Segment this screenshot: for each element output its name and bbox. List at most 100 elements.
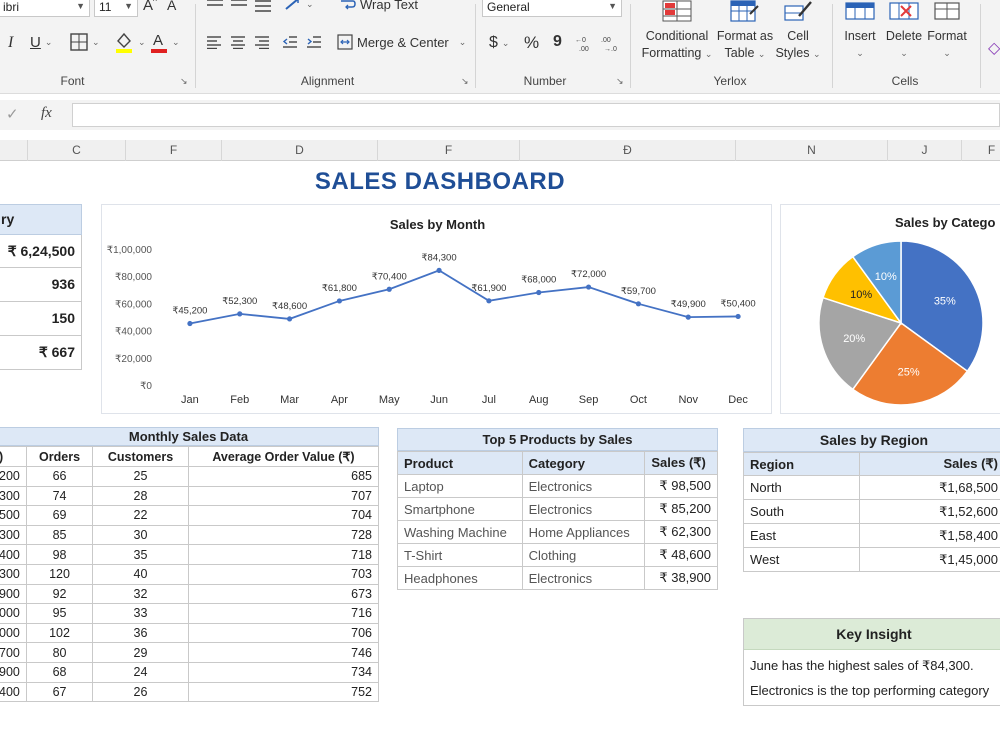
column-header-cell[interactable]: Sales (₹) (644, 451, 718, 475)
decrease-indent-button[interactable] (282, 35, 298, 49)
column-header-cell[interactable]: Category (521, 451, 646, 475)
table-cell[interactable]: 92 (25, 583, 94, 605)
sales-by-month-chart[interactable]: Sales by Month ₹0 ₹20,000 ₹40,000 ₹60,000 ₹8… (101, 204, 772, 414)
table-cell[interactable]: 300 (0, 485, 27, 507)
orientation-button[interactable]: ⌄ (284, 0, 314, 11)
number-dialog-launcher-icon[interactable]: ↘ (616, 76, 624, 87)
column-header-fragment[interactable] (0, 140, 28, 161)
column-header[interactable]: D (222, 140, 378, 161)
table-cell[interactable]: 102 (25, 622, 94, 644)
table-cell[interactable]: ₹1,68,500 (858, 475, 1000, 500)
align-top-button[interactable] (206, 0, 224, 10)
column-header-cell[interactable]: Orders (25, 446, 94, 467)
column-header[interactable]: F (126, 140, 222, 161)
summary-value[interactable]: ₹ 6,24,500 (0, 235, 82, 268)
column-header-cell[interactable]: Average Order Value (₹) (187, 446, 380, 467)
table-cell[interactable]: T-Shirt (397, 543, 523, 567)
table-cell[interactable]: West (743, 547, 860, 572)
table-cell[interactable]: 900 (0, 583, 27, 605)
table-cell[interactable]: 400 (0, 681, 27, 703)
merge-center-button[interactable]: Merge & Center ⌄ (337, 34, 466, 50)
table-cell[interactable]: 69 (25, 505, 94, 526)
table-cell[interactable]: 000 (0, 603, 27, 624)
font-size-dropdown[interactable]: 11 ▼ (94, 0, 138, 17)
table-cell[interactable]: ₹ 62,300 (644, 520, 718, 544)
column-header-cell[interactable]: Customers (92, 446, 189, 467)
table-cell[interactable]: 200 (0, 466, 27, 487)
column-header[interactable]: Đ (520, 140, 736, 161)
table-cell[interactable]: 80 (25, 642, 94, 663)
table-cell[interactable]: 706 (187, 622, 380, 644)
table-cell[interactable]: 98 (25, 544, 94, 565)
table-cell[interactable]: 685 (187, 466, 380, 487)
wrap-text-button[interactable]: Wrap Text (340, 0, 418, 12)
table-cell[interactable]: 26 (92, 681, 189, 703)
align-middle-button[interactable] (230, 0, 248, 10)
column-header[interactable]: N (736, 140, 888, 161)
table-cell[interactable]: 746 (187, 642, 380, 663)
column-header-cell[interactable]: Sales (₹) (858, 452, 1000, 476)
table-cell[interactable]: Clothing (521, 543, 646, 567)
sales-by-category-chart[interactable]: Sales by Catego 35% 25% 20% 10% 10% (780, 204, 1000, 414)
table-cell[interactable]: 29 (92, 642, 189, 663)
column-header[interactable]: J (888, 140, 962, 161)
table-cell[interactable]: 33 (92, 603, 189, 624)
insert-function-icon[interactable]: fx (41, 105, 52, 122)
decrease-font-button[interactable]: Aˇ (167, 0, 179, 13)
table-cell[interactable]: 35 (92, 544, 189, 565)
delete-button[interactable]: Delete ⌄ (882, 0, 926, 62)
table-cell[interactable]: ₹1,58,400 (858, 523, 1000, 548)
table-cell[interactable]: 673 (187, 583, 380, 605)
increase-font-button[interactable]: A^ (143, 0, 157, 14)
alignment-dialog-launcher-icon[interactable]: ↘ (461, 76, 469, 87)
table-cell[interactable]: 734 (187, 661, 380, 683)
table-cell[interactable]: 707 (187, 485, 380, 507)
table-cell[interactable]: Laptop (397, 474, 523, 498)
table-cell[interactable]: 22 (92, 505, 189, 526)
table-cell[interactable]: South (743, 499, 860, 524)
align-bottom-button[interactable] (254, 0, 272, 12)
table-cell[interactable]: ₹ 85,200 (644, 497, 718, 521)
align-right-button[interactable] (254, 35, 270, 49)
borders-button[interactable]: ⌄ (70, 33, 100, 51)
font-dialog-launcher-icon[interactable]: ↘ (180, 76, 188, 87)
column-header-cell[interactable]: Product (397, 451, 523, 475)
table-cell[interactable]: 704 (187, 505, 380, 526)
table-cell[interactable]: ₹ 48,600 (644, 543, 718, 567)
table-cell[interactable]: 000 (0, 622, 27, 644)
table-cell[interactable]: 703 (187, 563, 380, 585)
table-cell[interactable]: 40 (92, 563, 189, 585)
column-header[interactable]: C (28, 140, 126, 161)
italic-button[interactable]: I (8, 34, 13, 52)
table-cell[interactable]: 700 (0, 642, 27, 663)
align-left-button[interactable] (206, 35, 222, 49)
table-cell[interactable]: Electronics (521, 497, 646, 521)
decrease-decimal-button[interactable]: .00 →.0 (601, 34, 621, 52)
table-cell[interactable]: 36 (92, 622, 189, 644)
table-cell[interactable]: ₹ 38,900 (644, 566, 718, 590)
table-cell[interactable]: 900 (0, 661, 27, 683)
table-cell[interactable]: Washing Machine (397, 520, 523, 544)
table-cell[interactable]: 728 (187, 524, 380, 546)
summary-value[interactable]: ₹ 667 (0, 336, 82, 370)
table-cell[interactable]: 28 (92, 485, 189, 507)
summary-value[interactable]: 150 (0, 302, 82, 336)
underline-button[interactable]: U ⌄ (30, 34, 52, 51)
table-cell[interactable]: 718 (187, 544, 380, 565)
currency-format-button[interactable]: $ ⌄ (489, 34, 509, 52)
table-cell[interactable]: 32 (92, 583, 189, 605)
column-header[interactable]: F (378, 140, 520, 161)
table-cell[interactable]: Electronics (521, 474, 646, 498)
table-cell[interactable]: North (743, 475, 860, 500)
editing-partial-icon[interactable]: ◇ (988, 38, 1000, 58)
table-cell[interactable]: ₹1,45,000 (858, 547, 1000, 572)
table-cell[interactable]: 752 (187, 681, 380, 703)
table-cell[interactable]: 74 (25, 485, 94, 507)
table-cell[interactable]: 500 (0, 505, 27, 526)
formula-input[interactable] (72, 103, 1000, 127)
font-color-button[interactable]: A ⌄ (150, 31, 180, 53)
table-cell[interactable]: 25 (92, 466, 189, 487)
table-cell[interactable]: ₹1,52,600 (858, 499, 1000, 524)
column-header[interactable]: F (962, 140, 1000, 161)
increase-decimal-button[interactable]: ←0.00 (575, 34, 595, 52)
